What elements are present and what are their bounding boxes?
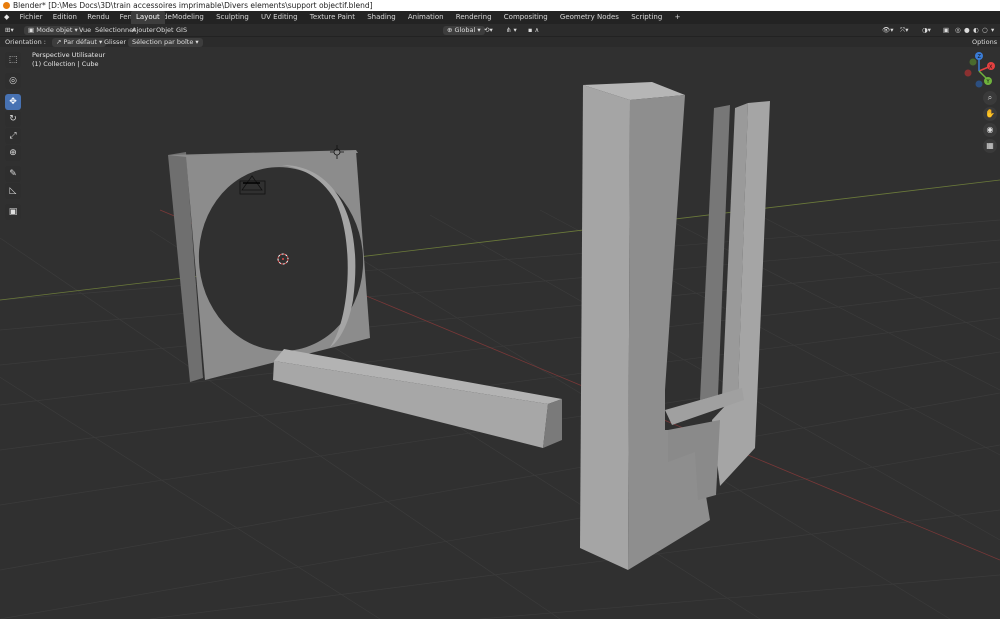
tab-animation[interactable]: Animation — [403, 11, 449, 24]
collection-label: (1) Collection | Cube — [32, 60, 99, 68]
xray-icon[interactable]: ▣ — [943, 24, 949, 36]
menu-rendu[interactable]: Rendu — [83, 11, 113, 24]
tab-uv-editing[interactable]: UV Editing — [256, 11, 303, 24]
tab-layout[interactable]: Layout — [131, 11, 165, 24]
blender-logo-icon — [3, 2, 10, 9]
pan-hand-icon[interactable]: ✋ — [983, 107, 997, 121]
editor-type-icon[interactable]: ⊞▾ — [5, 24, 14, 36]
shading-rendered-icon[interactable]: ○ — [982, 24, 988, 36]
tool-shelf: ⬚ ◎ ✥ ↻ ⤢ ⊕ ✎ ◺ ▣ — [5, 52, 23, 221]
window-titlebar: Blender* [D:\Mes Docs\3D\train accessoir… — [0, 0, 1000, 11]
snap-icon[interactable]: ⋔ ▾ — [506, 24, 517, 36]
shading-material-icon[interactable]: ◐ — [973, 24, 979, 36]
menu-gis[interactable]: GIS — [176, 24, 187, 36]
tab-sculpting[interactable]: Sculpting — [211, 11, 254, 24]
add-cube-icon[interactable]: ▣ — [5, 204, 21, 220]
tab-shading[interactable]: Shading — [362, 11, 400, 24]
navigation-gizmo[interactable]: X Z Y — [958, 50, 1000, 92]
zoom-icon[interactable]: ⌕ — [983, 91, 997, 105]
top-menubar: ◆ Fichier Edition Rendu Fenêtre Aide Lay… — [0, 11, 1000, 24]
add-workspace-button[interactable]: + — [670, 11, 686, 24]
rotate-icon[interactable]: ↻ — [5, 111, 21, 127]
mode-icon: ▣ — [28, 25, 37, 34]
drag-select[interactable]: Sélection par boîte ▾ — [128, 38, 203, 47]
menu-fichier[interactable]: Fichier — [16, 11, 47, 24]
blender-menu-icon[interactable]: ◆ — [0, 11, 13, 24]
transform-icon[interactable]: ⊕ — [5, 145, 21, 161]
tab-scripting[interactable]: Scripting — [626, 11, 667, 24]
cursor-icon[interactable]: ◎ — [5, 73, 21, 89]
tab-texture-paint[interactable]: Texture Paint — [305, 11, 360, 24]
move-icon[interactable]: ✥ — [5, 94, 21, 110]
tab-modeling[interactable]: Modeling — [167, 11, 209, 24]
overlays-icon[interactable]: ◑▾ — [922, 24, 931, 36]
gizmo-toggle-icon[interactable]: ⤧▾ — [900, 24, 908, 36]
shading-wireframe-icon[interactable]: ◎ — [955, 24, 961, 36]
mode-select[interactable]: ▣ Mode objet ▾ — [24, 25, 82, 35]
menu-vue[interactable]: Vue — [79, 24, 91, 36]
transform-orientation-select[interactable]: ⊕ Global ▾ — [443, 25, 485, 35]
viewport-info: Perspective Utilisateur (1) Collection |… — [32, 51, 105, 69]
camera-view-icon[interactable]: ◉ — [983, 123, 997, 137]
shading-solid-icon[interactable]: ● — [964, 24, 970, 36]
scale-icon[interactable]: ⤢ — [5, 128, 21, 144]
pivot-icon[interactable]: ⟲▾ — [484, 24, 493, 36]
tab-compositing[interactable]: Compositing — [499, 11, 553, 24]
measure-icon[interactable]: ◺ — [5, 183, 21, 199]
shading-options-icon[interactable]: ▾ — [991, 24, 994, 36]
perspective-grid-icon[interactable]: ▦ — [983, 139, 997, 153]
gizmo-z-label: Z — [978, 54, 982, 60]
viewport-header: ⊞▾ ▣ Mode objet ▾ Vue Sélectionner Ajout… — [0, 24, 1000, 36]
gizmo-x-label: X — [989, 65, 993, 71]
menu-ajouter[interactable]: Ajouter — [132, 24, 156, 36]
orientation-select[interactable]: ↗ Par défaut ▾ — [52, 38, 107, 47]
orientation-axis-icon: ↗ — [56, 38, 64, 46]
select-box-icon[interactable]: ⬚ — [5, 52, 21, 68]
tab-geometry-nodes[interactable]: Geometry Nodes — [555, 11, 624, 24]
menu-edition[interactable]: Edition — [49, 11, 81, 24]
visibility-icon[interactable]: 👁▾ — [882, 24, 894, 36]
perspective-label: Perspective Utilisateur — [32, 51, 106, 59]
tab-rendering[interactable]: Rendering — [451, 11, 497, 24]
menu-selectionner[interactable]: Sélectionner — [95, 24, 136, 36]
orientation-icon: ⊕ — [447, 25, 455, 34]
annotate-icon[interactable]: ✎ — [5, 166, 21, 182]
menu-objet[interactable]: Objet — [156, 24, 174, 36]
3d-viewport[interactable] — [0, 47, 1000, 619]
viewport-background — [0, 47, 1000, 619]
proportional-edit-icon[interactable]: ▪ ∧ — [528, 24, 539, 36]
workspace-tabs: Layout Modeling Sculpting UV Editing Tex… — [131, 11, 685, 24]
window-title: Blender* [D:\Mes Docs\3D\train accessoir… — [13, 1, 373, 10]
